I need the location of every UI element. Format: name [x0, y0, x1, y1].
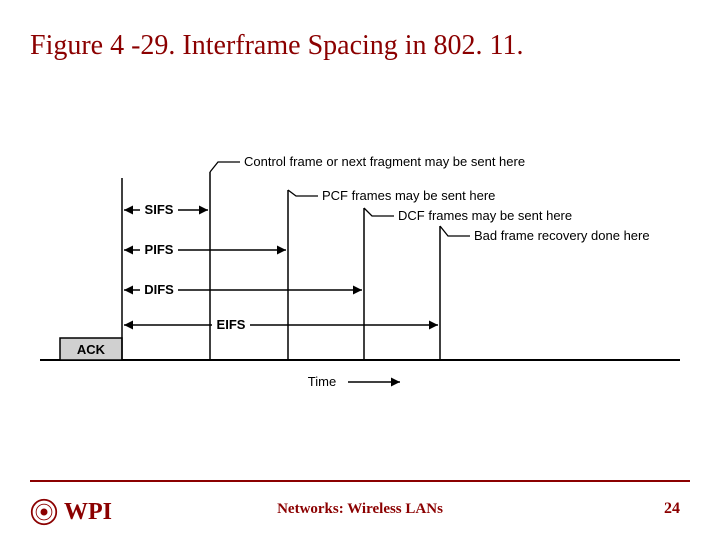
sifs-label: SIFS — [145, 202, 174, 217]
sifs-annotation: Control frame or next fragment may be se… — [244, 154, 525, 169]
pifs-leader — [288, 190, 318, 196]
footer-course-label: Networks: Wireless LANs — [0, 501, 720, 518]
sifs-leader — [210, 162, 240, 172]
difs-annotation: DCF frames may be sent here — [398, 208, 572, 223]
pifs-annotation: PCF frames may be sent here — [322, 188, 495, 203]
time-axis-label: Time — [308, 374, 336, 389]
eifs-label: EIFS — [217, 317, 246, 332]
interframe-spacing-diagram: ACK SIFS PIFS DIFS EIFS Control frame or… — [40, 150, 680, 410]
eifs-leader — [440, 226, 470, 236]
page-number: 24 — [664, 500, 680, 518]
page-title: Figure 4 -29. Interframe Spacing in 802.… — [30, 30, 524, 62]
eifs-annotation: Bad frame recovery done here — [474, 228, 650, 243]
footer-divider — [30, 480, 690, 482]
ack-label: ACK — [77, 342, 106, 357]
difs-label: DIFS — [144, 282, 174, 297]
pifs-label: PIFS — [145, 242, 174, 257]
difs-leader — [364, 208, 394, 216]
